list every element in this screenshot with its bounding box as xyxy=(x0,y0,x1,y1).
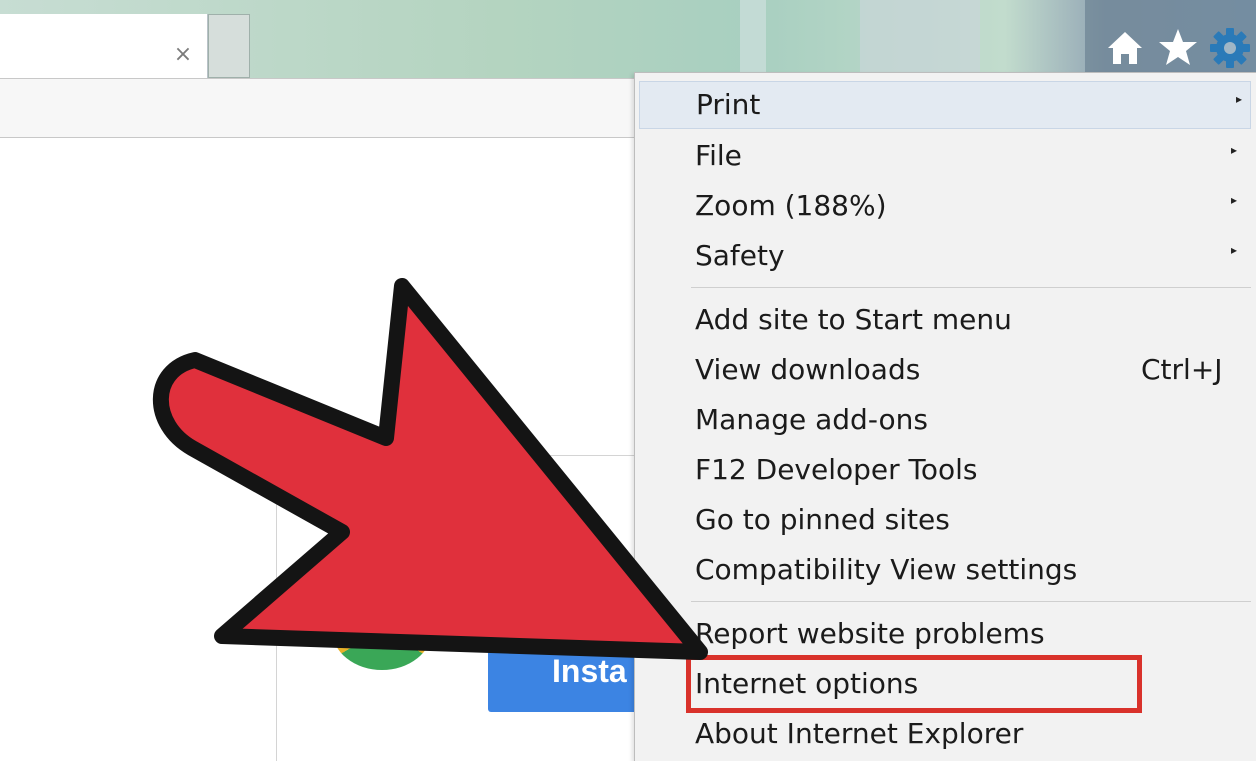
install-button[interactable]: Insta xyxy=(488,630,648,712)
submenu-arrow-icon: ▸ xyxy=(1236,92,1243,106)
new-tab-button[interactable] xyxy=(208,14,250,78)
background-blur xyxy=(860,0,980,78)
home-icon[interactable] xyxy=(1105,28,1145,68)
menu-item-label: Report website problems xyxy=(695,617,1045,650)
menu-item-label: Safety xyxy=(695,239,785,272)
submenu-arrow-icon: ▸ xyxy=(1231,143,1238,157)
menu-item-pinned-sites[interactable]: Go to pinned sites xyxy=(635,497,1255,545)
app-logo xyxy=(332,600,432,670)
menu-item-label: Go to pinned sites xyxy=(695,503,950,536)
close-tab-icon[interactable]: × xyxy=(172,44,194,66)
menu-item-label: Manage add-ons xyxy=(695,403,928,436)
menu-item-label: Compatibility View settings xyxy=(695,553,1078,586)
menu-separator xyxy=(691,287,1251,288)
menu-item-manage-add-ons[interactable]: Manage add-ons xyxy=(635,397,1255,445)
menu-item-developer-tools[interactable]: F12 Developer Tools xyxy=(635,447,1255,495)
menu-item-label: Zoom (188%) xyxy=(695,189,887,222)
menu-item-label: About Internet Explorer xyxy=(695,717,1024,750)
menu-item-about[interactable]: About Internet Explorer xyxy=(635,711,1255,759)
menu-item-view-downloads[interactable]: View downloads Ctrl+J xyxy=(635,347,1255,395)
menu-item-safety[interactable]: Safety ▸ xyxy=(635,233,1255,281)
menu-item-label: Print xyxy=(696,88,761,121)
menu-item-add-site[interactable]: Add site to Start menu xyxy=(635,297,1255,345)
menu-item-zoom[interactable]: Zoom (188%) ▸ xyxy=(635,183,1255,231)
star-icon[interactable] xyxy=(1157,26,1199,68)
menu-item-label: File xyxy=(695,139,742,172)
menu-item-compatibility-view[interactable]: Compatibility View settings xyxy=(635,547,1255,595)
menu-item-label: View downloads xyxy=(695,353,921,386)
gear-icon[interactable] xyxy=(1208,26,1252,70)
submenu-arrow-icon: ▸ xyxy=(1231,243,1238,257)
background-blur xyxy=(740,0,766,78)
menu-item-label: F12 Developer Tools xyxy=(695,453,978,486)
submenu-arrow-icon: ▸ xyxy=(1231,193,1238,207)
browser-tab[interactable]: × xyxy=(0,14,208,78)
menu-item-file[interactable]: File ▸ xyxy=(635,133,1255,181)
menu-item-shortcut: Ctrl+J xyxy=(1141,353,1223,386)
menu-item-report-problems[interactable]: Report website problems xyxy=(635,611,1255,659)
menu-separator xyxy=(691,601,1251,602)
menu-item-print[interactable]: Print ▸ xyxy=(639,81,1251,129)
menu-item-label: Add site to Start menu xyxy=(695,303,1012,336)
internet-options-highlight xyxy=(686,655,1142,713)
